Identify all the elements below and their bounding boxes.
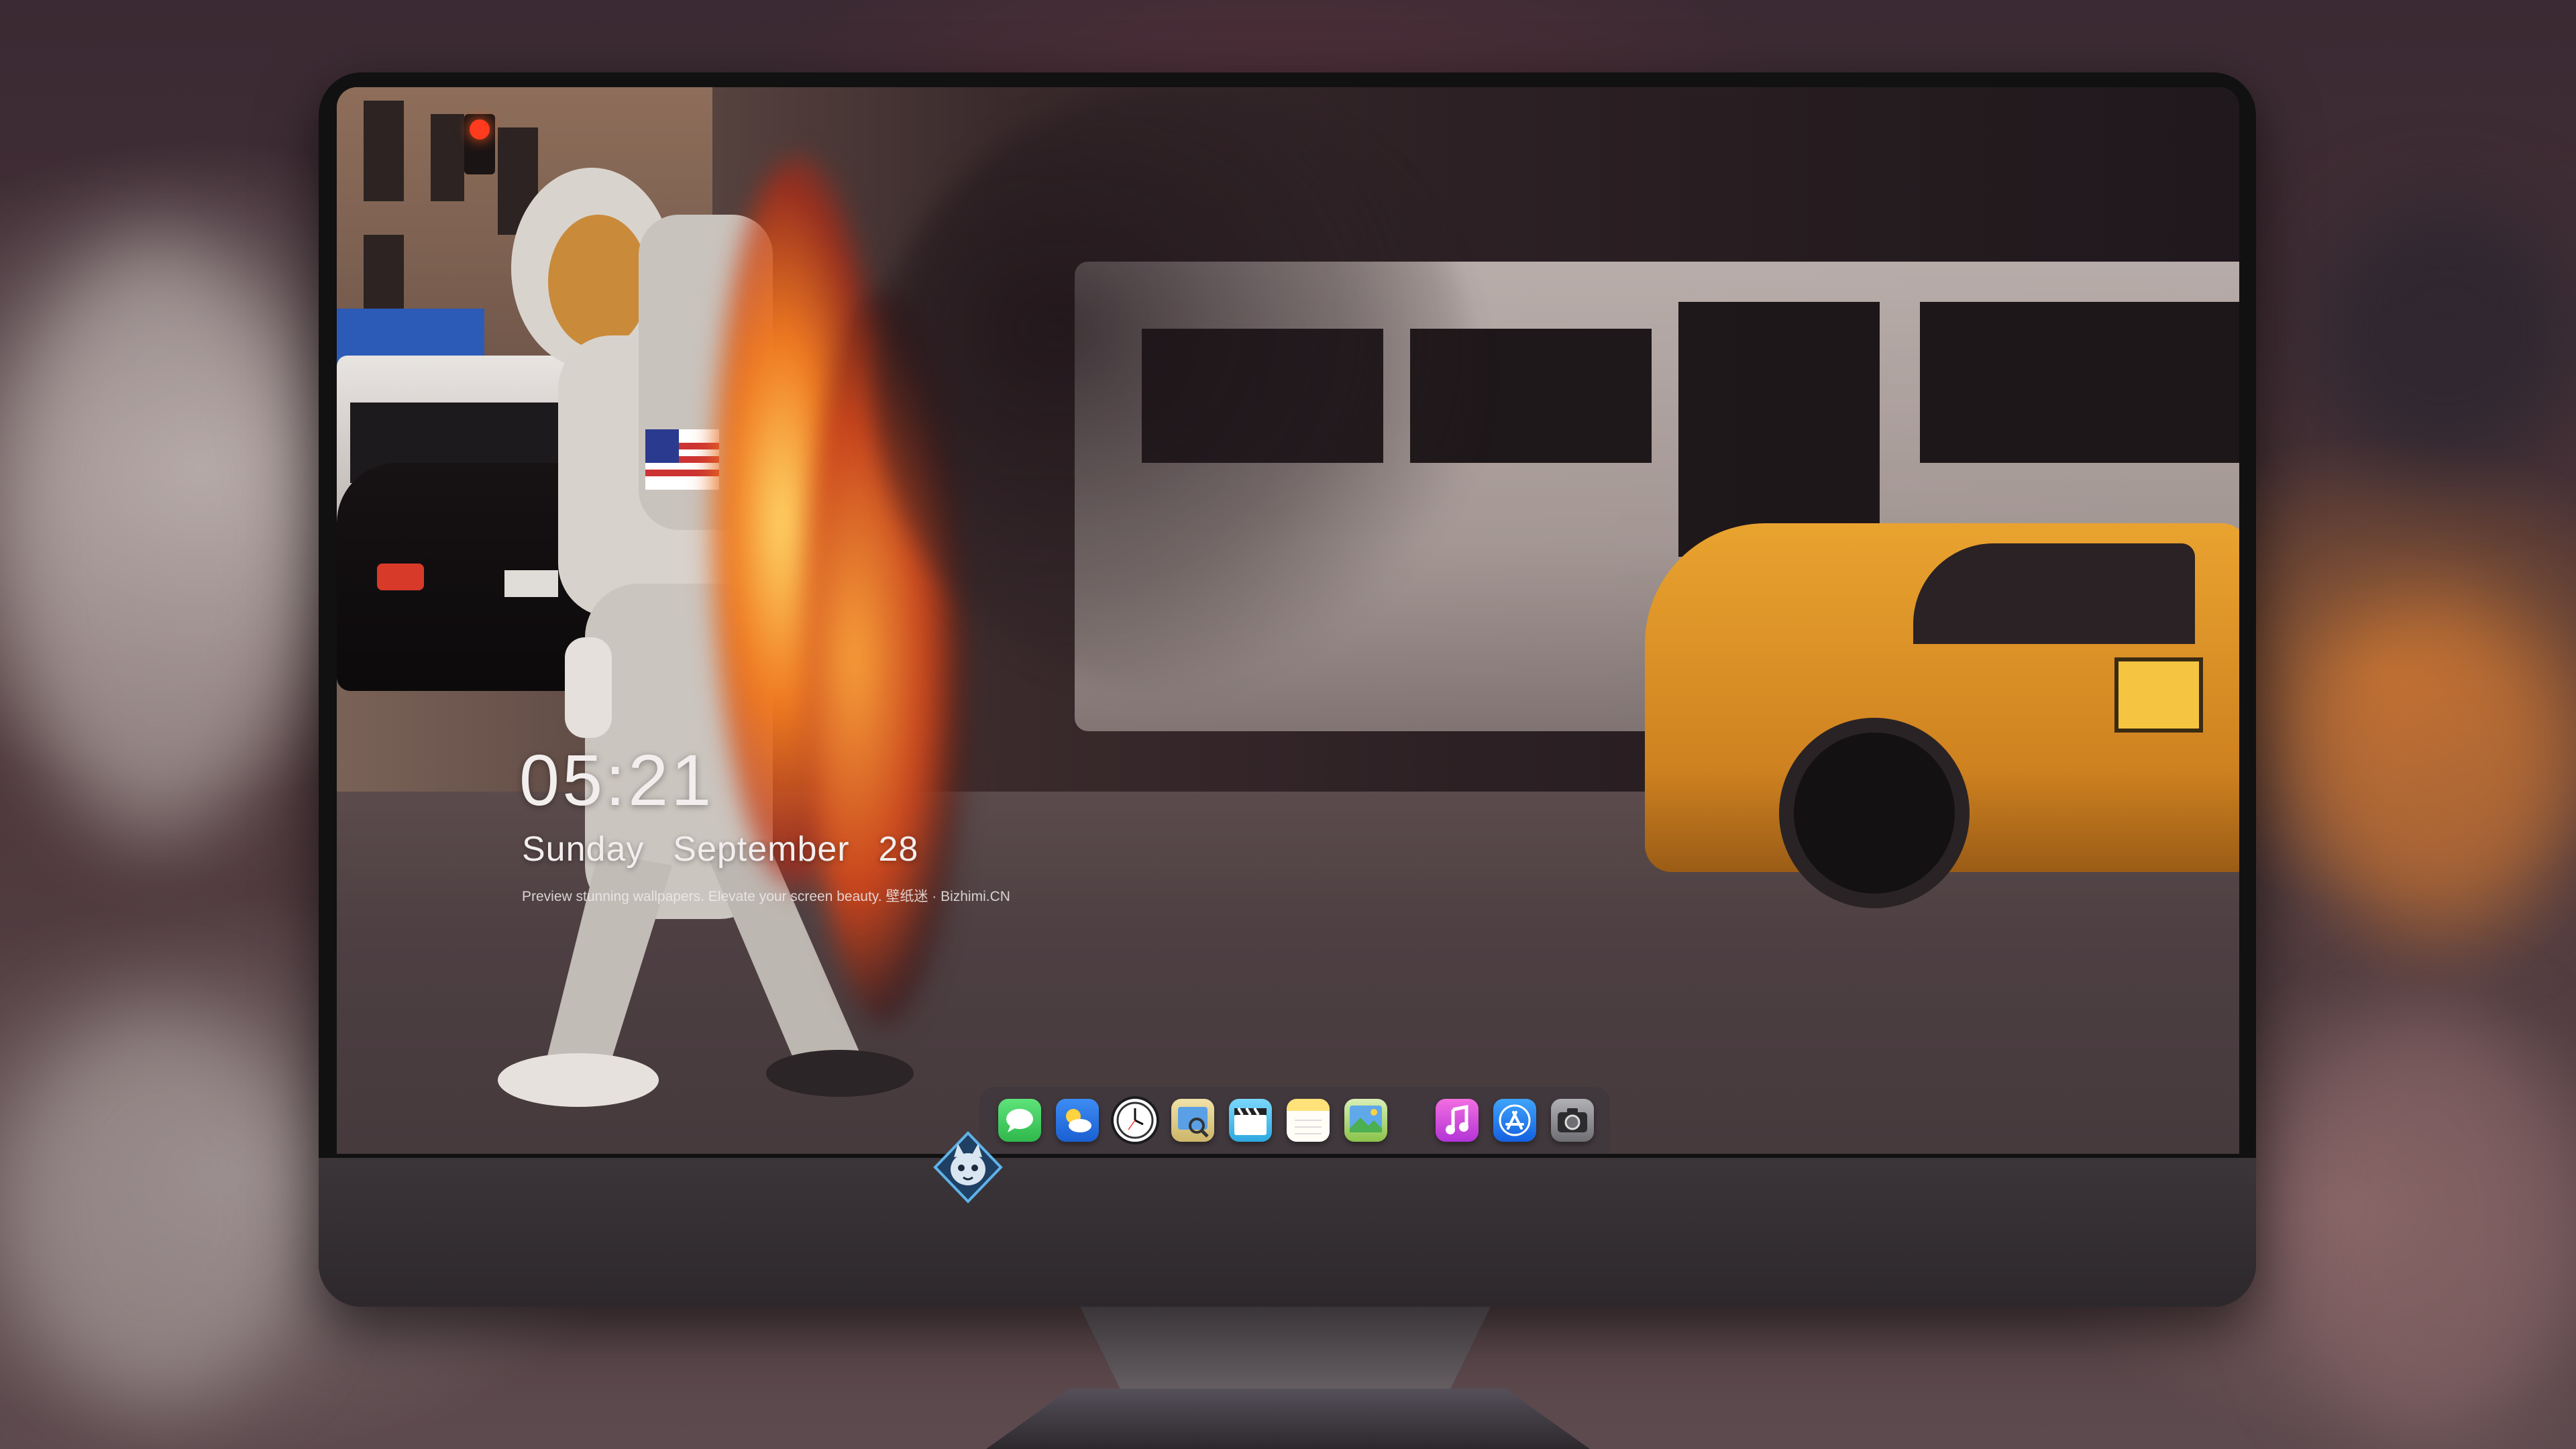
weather-icon[interactable] <box>1056 1099 1099 1142</box>
screen-wallpaper[interactable]: 05:21 Sunday September 28 Preview stunni… <box>337 87 2239 1154</box>
app-store-icon[interactable] <box>1493 1099 1536 1142</box>
lock-screen-time: 05:21 <box>519 739 714 820</box>
photos-icon[interactable] <box>1344 1099 1387 1142</box>
notes-icon[interactable] <box>1287 1099 1330 1142</box>
camera-icon[interactable] <box>1551 1099 1594 1142</box>
clapperboard-icon[interactable] <box>1229 1099 1272 1142</box>
yellow-taxi <box>1645 523 2239 908</box>
monitor-chin <box>319 1158 2256 1307</box>
lock-screen-date: Sunday September 28 <box>522 830 919 869</box>
wolf-mascot-logo <box>933 1131 1003 1203</box>
monitor-stand-base <box>986 1389 1590 1449</box>
music-icon[interactable] <box>1436 1099 1479 1142</box>
lock-screen-tagline: Preview stunning wallpapers. Elevate you… <box>522 889 1010 904</box>
preview-icon[interactable] <box>1171 1099 1214 1142</box>
clock-icon[interactable] <box>1114 1099 1157 1142</box>
dock <box>979 1087 1610 1154</box>
smoke-effect <box>873 87 1477 691</box>
monitor: 05:21 Sunday September 28 Preview stunni… <box>319 72 2256 1307</box>
